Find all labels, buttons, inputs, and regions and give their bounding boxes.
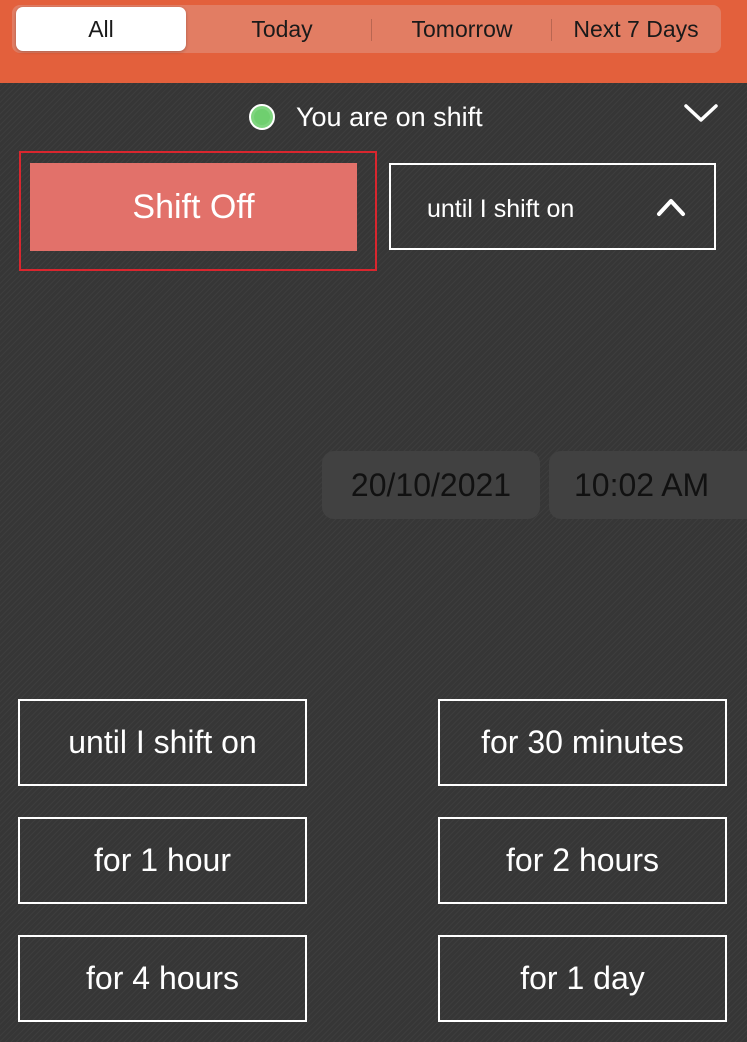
tab-today[interactable]: Today	[197, 5, 367, 53]
tab-next-7-days[interactable]: Next 7 Days	[555, 5, 717, 53]
date-filter-segmented-control: All Today Tomorrow Next 7 Days	[12, 5, 721, 53]
shift-off-button[interactable]: Shift Off	[30, 163, 357, 251]
shift-status-text: You are on shift	[296, 102, 483, 132]
segment-divider	[371, 19, 372, 41]
segment-divider	[551, 19, 552, 41]
time-picker[interactable]: 10:02 AM	[549, 451, 747, 519]
option-2-hours[interactable]: for 2 hours	[438, 817, 727, 904]
option-4-hours[interactable]: for 4 hours	[18, 935, 307, 1022]
option-30-minutes[interactable]: for 30 minutes	[438, 699, 727, 786]
tab-all[interactable]: All	[16, 7, 186, 51]
top-bar: All Today Tomorrow Next 7 Days	[0, 0, 747, 83]
chevron-down-icon[interactable]	[683, 98, 719, 128]
status-indicator-icon	[249, 104, 275, 130]
shift-status-row: You are on shift	[0, 95, 747, 139]
option-until-shift-on[interactable]: until I shift on	[18, 699, 307, 786]
date-picker[interactable]: 20/10/2021	[322, 451, 540, 519]
tab-tomorrow[interactable]: Tomorrow	[375, 5, 549, 53]
shift-duration-dropdown[interactable]: until I shift on	[389, 163, 716, 250]
option-1-day[interactable]: for 1 day	[438, 935, 727, 1022]
shift-duration-value: until I shift on	[427, 195, 575, 223]
option-1-hour[interactable]: for 1 hour	[18, 817, 307, 904]
chevron-up-icon	[657, 199, 685, 216]
